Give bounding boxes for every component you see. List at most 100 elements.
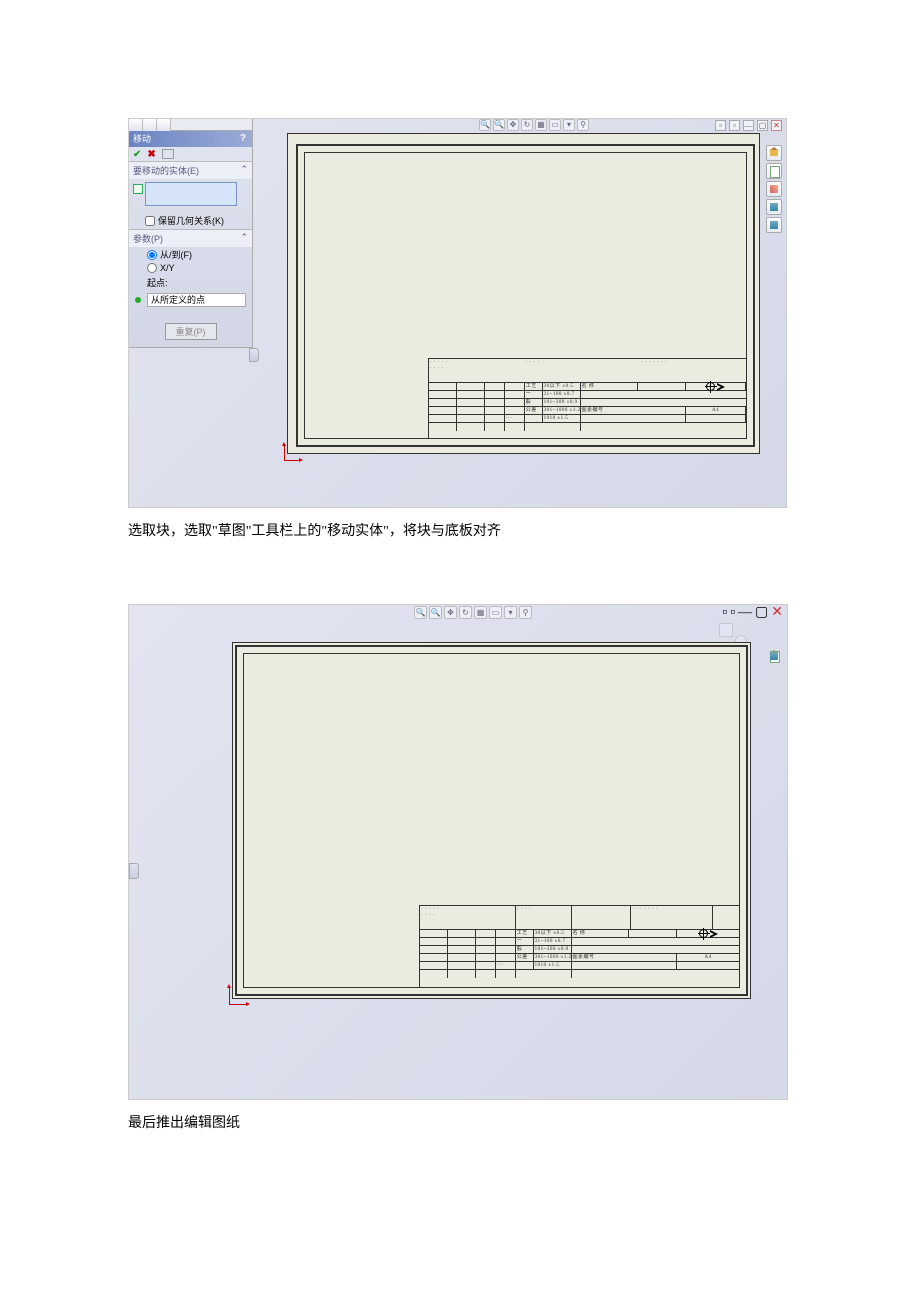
zoom-out-icon[interactable]: 🔍 [429, 606, 442, 619]
document-icon[interactable] [766, 163, 782, 179]
drawing-canvas[interactable]: · · · · ·· · · · · · · · · · · · · · · 工… [287, 133, 760, 454]
drawing-border: · · · · ·· · · · · · · · · · · · · · · 工… [304, 152, 747, 439]
zoom-out-icon[interactable]: 🔍 [493, 119, 505, 131]
pin-icon[interactable] [162, 149, 174, 159]
filter-icon[interactable]: ⚲ [577, 119, 589, 131]
zoom-in-icon[interactable]: 🔍 [479, 119, 491, 131]
keep-relations-checkbox[interactable]: 保留几何关系(K) [129, 212, 252, 229]
tol-1: 30以下 ±0.5 [543, 383, 581, 390]
caption-2: 最后推出编辑图纸 [128, 1112, 792, 1136]
title-block: · · · · ·· · · · · · · · · · · · · · · 工… [428, 358, 746, 438]
panel-title: 移动 [133, 131, 151, 147]
from-to-label: 从/到(F) [160, 248, 192, 261]
drawing-number-label: 图素编号 [572, 954, 678, 961]
drawing-number-label: 图素编号 [581, 407, 687, 414]
screenshot-2: 🔍 🔍 ✥ ↻ ▦ ▭ ▾ ⚲ ▫ ▫ — ▢ ✕ [128, 604, 788, 1100]
cancel-icon[interactable]: ✖ [147, 149, 155, 160]
maximize-icon[interactable]: ▢ [757, 120, 768, 131]
display-icon[interactable]: ▭ [489, 606, 502, 619]
origin-axes [229, 983, 251, 1005]
ok-icon[interactable]: ✔ [133, 149, 141, 160]
from-to-radio[interactable]: 从/到(F) [129, 247, 252, 262]
defined-point-field[interactable]: 从所定义的点 [147, 293, 246, 307]
view-icon[interactable] [766, 217, 782, 233]
tol-3: 101~300 ±0.9 [543, 399, 581, 406]
display-icon[interactable]: ▭ [549, 119, 561, 131]
refresh-icon[interactable]: ↻ [459, 606, 472, 619]
repeat-button[interactable]: 重复(P) [165, 323, 217, 340]
pan-icon[interactable]: ✥ [444, 606, 457, 619]
tol-5: 1010 ±1.5 [543, 415, 581, 422]
ghost-icon-1[interactable] [719, 623, 733, 637]
from-to-radio-input[interactable] [147, 250, 157, 260]
x-axis-icon [284, 460, 300, 461]
tile-icon[interactable]: ▫ [715, 120, 726, 131]
drawing-canvas[interactable]: · · · · ·· · · · · · · · · · · · · · · 工… [232, 642, 751, 999]
cascade-icon[interactable]: ▫ [729, 120, 740, 131]
origin-axes [284, 441, 304, 461]
tol-1: 30以下 ±0.5 [534, 930, 572, 937]
start-point-label: 起点: [129, 274, 252, 291]
x-axis-icon [229, 1004, 247, 1005]
property-manager-panel: 移动 ? ✔ ✖ 要移动的实体(E) ⌃ 保留几 [129, 119, 253, 348]
minimize-icon[interactable]: — [743, 120, 754, 131]
more-icon[interactable]: ▾ [563, 119, 575, 131]
cascade-icon[interactable]: ▫ [730, 605, 735, 621]
tab-icon-3[interactable] [157, 119, 171, 131]
pan-icon[interactable]: ✥ [507, 119, 519, 131]
drawing-sheet: · · · · ·· · · · · · · · · · · · · · · 工… [296, 144, 755, 447]
view-toolbar: 🔍 🔍 ✥ ↻ ▦ ▭ ▾ ⚲ [414, 606, 562, 620]
view-icon[interactable]: ▦ [535, 119, 547, 131]
panel-title-bar: 移动 ? [129, 131, 252, 147]
defined-point-row: 从所定义的点 [129, 291, 252, 309]
refresh-icon[interactable]: ↻ [521, 119, 533, 131]
tool-icon[interactable] [766, 181, 782, 197]
tol-2: 31~100 ±0.7 [534, 938, 572, 945]
panel-drag-handle[interactable] [249, 348, 259, 362]
tol-4: 301~1000 ±1.2 [534, 954, 572, 961]
panel-tabs [129, 119, 252, 131]
home-icon[interactable] [766, 145, 782, 161]
collapse-icon[interactable]: ⌃ [240, 232, 248, 245]
y-axis-icon [229, 987, 230, 1005]
collapse-icon[interactable]: ⌃ [240, 164, 248, 177]
panel-buttons: ✔ ✖ [129, 147, 252, 161]
entity-selection-field[interactable] [145, 182, 237, 206]
tab-icon-1[interactable] [129, 119, 143, 131]
paper-size: A4 [686, 407, 746, 414]
entities-section-header[interactable]: 要移动的实体(E) ⌃ [129, 161, 252, 179]
minimize-icon[interactable]: — [738, 605, 752, 621]
window-controls: ▫ ▫ — ▢ ✕ [712, 119, 782, 131]
right-toolbar [767, 649, 785, 657]
drawing-sheet: · · · · ·· · · · · · · · · · · · · · · 工… [235, 645, 748, 996]
filter-icon[interactable]: ⚲ [519, 606, 532, 619]
point-indicator-icon [135, 297, 141, 303]
params-section-header[interactable]: 参数(P) ⌃ [129, 229, 252, 247]
window-controls: ▫ ▫ — ▢ ✕ [711, 606, 783, 619]
screenshot-1: 移动 ? ✔ ✖ 要移动的实体(E) ⌃ 保留几 [128, 118, 787, 508]
xy-radio[interactable]: X/Y [129, 262, 252, 274]
tol-4: 301~1000 ±1.2 [543, 407, 581, 414]
y-axis-icon [284, 445, 285, 461]
xy-label: X/Y [160, 263, 175, 273]
maximize-icon[interactable]: ▢ [755, 604, 768, 621]
close-icon[interactable]: ✕ [771, 604, 783, 621]
close-icon[interactable]: ✕ [771, 120, 782, 131]
help-icon[interactable]: ? [240, 131, 246, 147]
tab-icon-2[interactable] [143, 119, 157, 131]
keep-relations-input[interactable] [145, 216, 155, 226]
more-icon[interactable]: ▾ [504, 606, 517, 619]
params-label: 参数(P) [133, 232, 163, 245]
paper-size: A4 [677, 954, 739, 961]
drawing-border: · · · · ·· · · · · · · · · · · · · · · 工… [243, 653, 740, 988]
tile-icon[interactable]: ▫ [722, 605, 727, 621]
tol-2: 31~100 ±0.7 [543, 391, 581, 398]
entities-label: 要移动的实体(E) [133, 164, 199, 177]
layer-icon[interactable] [766, 199, 782, 215]
tol-5: 1010 ±1.5 [534, 962, 572, 969]
zoom-in-icon[interactable]: 🔍 [414, 606, 427, 619]
title-block: · · · · ·· · · · · · · · · · · · · · · 工… [419, 905, 739, 987]
xy-radio-input[interactable] [147, 263, 157, 273]
view-icon[interactable]: ▦ [474, 606, 487, 619]
panel-drag-handle[interactable] [129, 863, 139, 879]
